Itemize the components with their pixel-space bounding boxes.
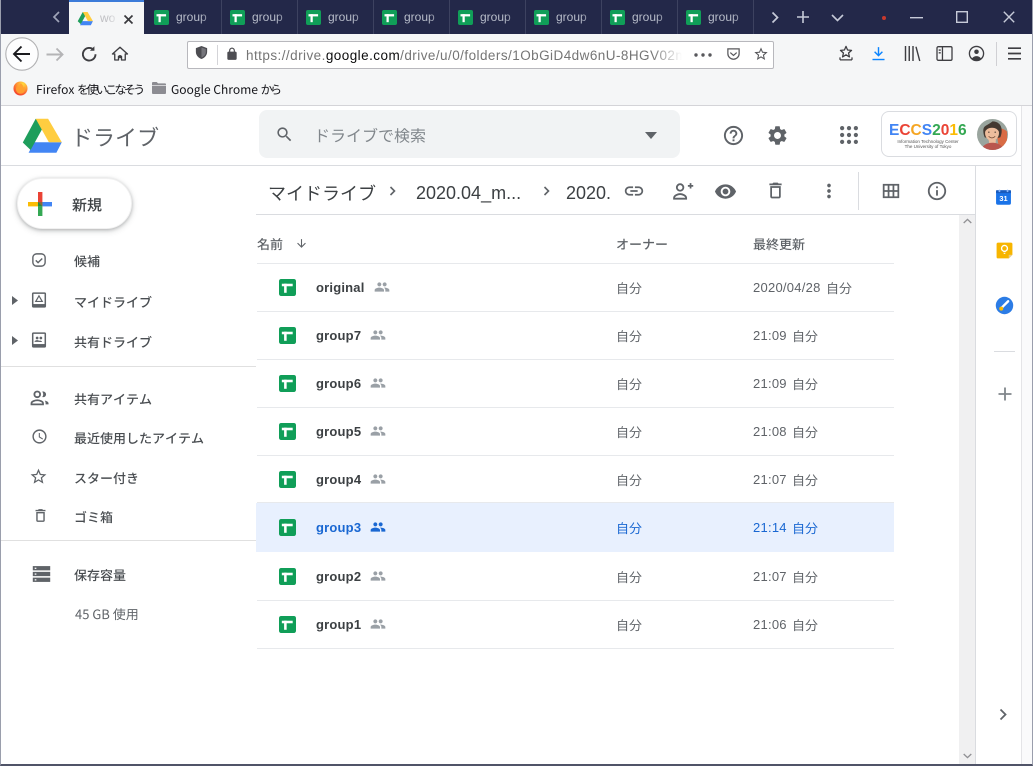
svg-text:31: 31: [999, 194, 1007, 203]
